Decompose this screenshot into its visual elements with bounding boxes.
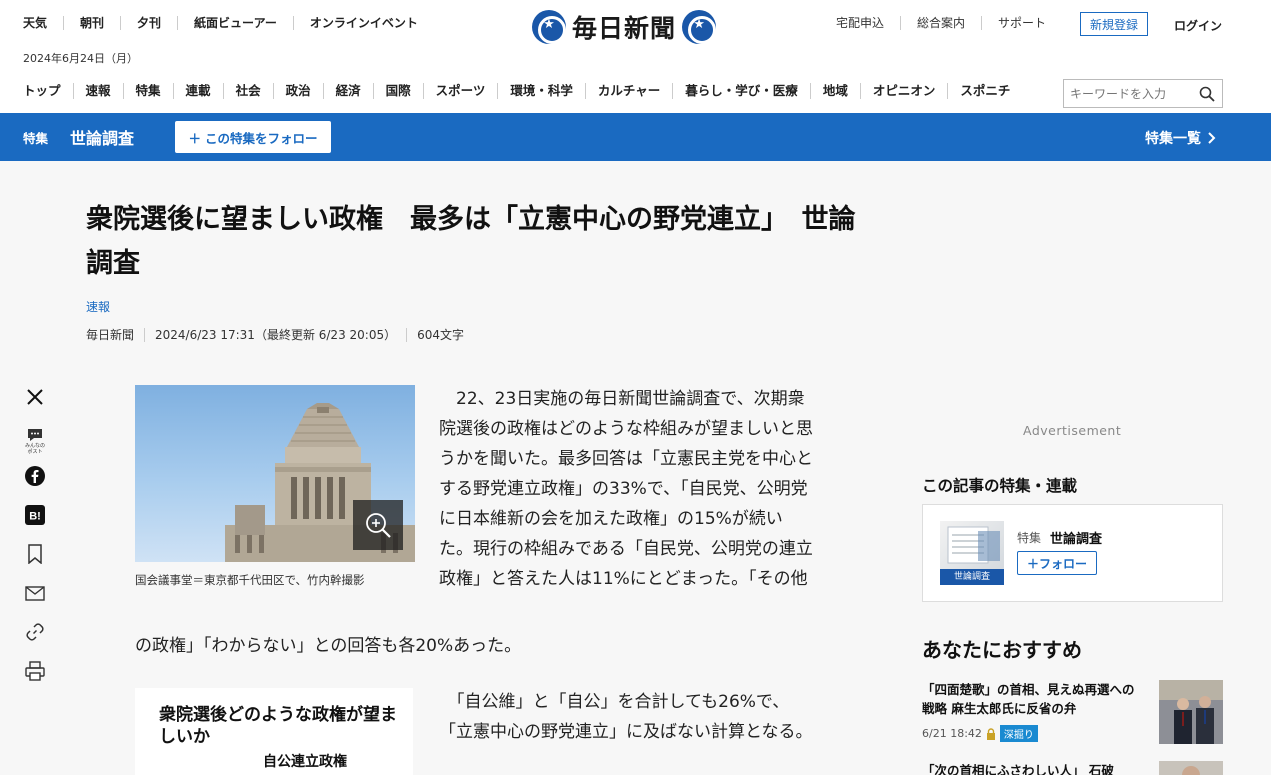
recommend-item[interactable]: 「四面楚歌」の首相、見えぬ再選への戦略 麻生太郎氏に反省の弁 6/21 18:4… xyxy=(922,680,1223,744)
article-meta: 毎日新聞 2024/6/23 17:31（最終更新 6/23 20:05） 60… xyxy=(86,328,474,342)
top-header: 天気 朝刊 夕刊 紙面ビューアー オンラインイベント 毎日新聞 宅配申込 総合案… xyxy=(0,0,1271,48)
recommend-item-title: 「四面楚歌」の首相、見えぬ再選への戦略 麻生太郎氏に反省の弁 xyxy=(922,682,1135,716)
current-date: 2024年6月24日（月） xyxy=(23,52,138,65)
top-link-viewer[interactable]: 紙面ビューアー xyxy=(177,16,293,30)
recommend-item-thumbnail xyxy=(1159,680,1223,744)
search-input[interactable] xyxy=(1064,80,1190,107)
lock-icon xyxy=(986,727,995,740)
nav-item-world[interactable]: 国際 xyxy=(372,83,423,99)
nav-item-region[interactable]: 地域 xyxy=(809,83,860,99)
recommend-item-title: 「次の首相にふさわしい人」 石破 xyxy=(922,763,1114,775)
article-page: 衆院選後に望ましい政権 最多は「立憲中心の野党連立」 世論調査 速報 毎日新聞 … xyxy=(0,161,1271,775)
zoom-in-icon xyxy=(366,513,391,538)
politicians-photo xyxy=(1159,680,1223,744)
article-paragraph-2: 「自公維」と「自公」を合計しても26%で、「立憲中心の野党連立」に及ばない計算と… xyxy=(439,692,813,742)
advertisement-label: Advertisement xyxy=(1023,423,1122,438)
recommend-item-meta: 6/21 18:42 深掘り xyxy=(922,725,1038,742)
logo-mark-icon xyxy=(682,10,717,44)
nav-item-features[interactable]: 特集 xyxy=(122,83,173,99)
nav-item-breaking[interactable]: 速報 xyxy=(72,83,123,99)
logo-text: 毎日新聞 xyxy=(572,14,677,43)
recommend-item-badge: 深掘り xyxy=(999,725,1038,742)
article-timestamp: 2024/6/23 17:31（最終更新 6/23 20:05） xyxy=(144,328,406,342)
nav-item-society[interactable]: 社会 xyxy=(222,83,273,99)
infographic-title-text: 衆院選後どのような政権が望ましいか xyxy=(159,705,397,747)
nav-item-sports[interactable]: スポーツ xyxy=(422,83,498,99)
article-category[interactable]: 速報 xyxy=(86,298,110,315)
recommend-section-title: あなたにおすすめ xyxy=(922,638,1082,662)
register-button[interactable]: 新規登録 xyxy=(1080,12,1148,36)
nav-item-science[interactable]: 環境・科学 xyxy=(497,83,585,99)
feature-list-label: 特集一覧 xyxy=(1145,131,1201,147)
nav-item-sponichi[interactable]: スポニチ xyxy=(947,83,1022,99)
site-logo[interactable]: 毎日新聞 xyxy=(532,9,717,45)
mail-icon[interactable] xyxy=(24,582,46,604)
feature-list-link[interactable]: 特集一覧 xyxy=(1145,128,1216,148)
article-length: 604文字 xyxy=(406,328,474,342)
main-nav: トップ 速報 特集 連載 社会 政治 経済 国際 スポーツ 環境・科学 カルチャ… xyxy=(23,83,1022,99)
series-name: 世論調査 xyxy=(1050,532,1103,547)
nav-item-politics[interactable]: 政治 xyxy=(272,83,323,99)
nav-item-series[interactable]: 連載 xyxy=(172,83,223,99)
top-links: 天気 朝刊 夕刊 紙面ビューアー オンラインイベント xyxy=(23,16,434,30)
recommend-item-thumbnail xyxy=(1159,761,1223,775)
link-delivery[interactable]: 宅配申込 xyxy=(836,16,900,30)
top-link-evening[interactable]: 夕刊 xyxy=(120,16,177,30)
series-card[interactable]: 世論調査 特集 世論調査 ＋ フォロー xyxy=(922,504,1223,602)
svg-text:B!: B! xyxy=(29,511,41,523)
feature-band: 特集 世論調査 ＋ この特集をフォロー 特集一覧 xyxy=(0,113,1271,161)
poll-infographic[interactable]: 衆院選後どのような政権が望ましいか 自公連立政権 xyxy=(135,688,413,775)
top-link-weather[interactable]: 天気 xyxy=(23,16,63,30)
infographic-title: 衆院選後どのような政権が望ましいか xyxy=(159,704,399,748)
link-support[interactable]: サポート xyxy=(981,16,1062,30)
series-thumbnail-label: 世論調査 xyxy=(940,569,1004,585)
nav-item-life[interactable]: 暮らし・学び・医療 xyxy=(672,83,810,99)
hatena-bookmark-icon[interactable]: B! xyxy=(24,504,46,526)
series-follow-label: フォロー xyxy=(1039,556,1088,571)
recommend-item[interactable]: 「次の首相にふさわしい人」 石破 xyxy=(922,761,1223,775)
survey-form-image xyxy=(947,526,1000,564)
nav-item-top[interactable]: トップ xyxy=(23,83,73,99)
bookmark-icon[interactable] xyxy=(24,543,46,565)
nav-item-economy[interactable]: 経済 xyxy=(322,83,373,99)
link-guide[interactable]: 総合案内 xyxy=(900,16,981,30)
zoom-button[interactable] xyxy=(353,500,403,550)
series-section-title: この記事の特集・連載 xyxy=(922,477,1078,495)
article-paragraph-1-tail: の政権」「わからない」との回答も各20%あった。 xyxy=(135,636,522,656)
link-icon[interactable] xyxy=(24,621,46,643)
minna-no-post-icon[interactable]: みんなのポスト xyxy=(24,424,46,458)
photo-caption: 国会議事堂＝東京都千代田区で、竹内幹撮影 xyxy=(135,573,365,587)
chevron-right-icon xyxy=(1208,132,1216,144)
minna-no-post-label: みんなのポスト xyxy=(24,443,45,455)
nav-item-culture[interactable]: カルチャー xyxy=(584,83,672,99)
top-link-events[interactable]: オンラインイベント xyxy=(292,16,434,30)
plus-icon: ＋ xyxy=(188,130,201,146)
follow-feature-label: この特集をフォロー xyxy=(205,130,318,146)
search-icon[interactable] xyxy=(1199,86,1215,102)
print-icon[interactable] xyxy=(24,660,46,682)
plus-icon: ＋ xyxy=(1026,556,1039,571)
follow-feature-button[interactable]: ＋ この特集をフォロー xyxy=(175,121,331,153)
politician-photo xyxy=(1159,761,1223,775)
feature-title[interactable]: 世論調査 xyxy=(70,125,134,149)
series-follow-button[interactable]: ＋ フォロー xyxy=(1017,551,1097,575)
article-headline: 衆院選後に望ましい政権 最多は「立憲中心の野党連立」 世論調査 xyxy=(86,204,856,279)
search-box xyxy=(1063,79,1223,108)
nav-item-opinion[interactable]: オピニオン xyxy=(859,83,948,99)
series-thumbnail: 世論調査 xyxy=(940,521,1004,585)
x-icon[interactable] xyxy=(24,386,46,408)
recommend-item-date: 6/21 18:42 xyxy=(922,727,982,740)
series-tag: 特集 xyxy=(1017,531,1042,545)
top-link-morning[interactable]: 朝刊 xyxy=(63,16,120,30)
article-paragraph-1: 22、23日実施の毎日新聞世論調査で、次期衆院選後の政権はどのような枠組みが望ま… xyxy=(439,389,813,589)
facebook-icon[interactable] xyxy=(24,465,46,487)
logo-mark-icon xyxy=(532,10,566,44)
login-button[interactable]: ログイン xyxy=(1174,17,1222,34)
infographic-label: 自公連立政権 xyxy=(263,754,347,770)
right-links: 宅配申込 総合案内 サポート xyxy=(836,16,1062,30)
article-source: 毎日新聞 xyxy=(86,328,135,342)
feature-tag: 特集 xyxy=(23,131,49,146)
